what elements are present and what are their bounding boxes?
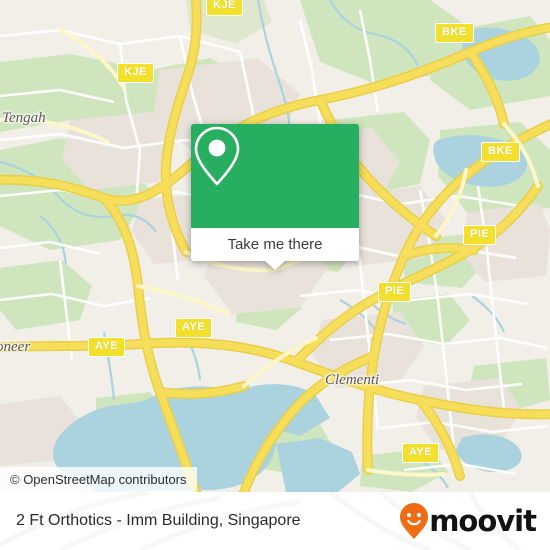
moovit-logo[interactable]: moovit (400, 503, 537, 539)
highway-shield-aye: AYE (175, 318, 213, 338)
page-title: 2 Ft Orthotics - Imm Building, Singapore (16, 512, 301, 529)
take-me-there-button[interactable]: Take me there (191, 228, 359, 261)
highway-shield-kje: KJE (206, 0, 243, 16)
place-label-clementi: Clementi (325, 372, 380, 388)
highway-shield-pie: PIE (463, 225, 497, 245)
popup-header (191, 124, 359, 228)
highway-shield-kje: KJE (117, 63, 154, 83)
place-label-pioneer: oneer (0, 339, 31, 355)
map-screenshot-root: Tengah oneer Clementi KJE BKE KJE BKE PI… (0, 0, 550, 550)
place-label-tengah: Tengah (2, 110, 46, 126)
highway-shield-aye: AYE (88, 337, 126, 357)
location-popup-card[interactable]: Take me there (191, 124, 359, 270)
highway-shield-pie: PIE (378, 282, 412, 302)
popup-tail (265, 261, 285, 270)
bottom-info-bar: 2 Ft Orthotics - Imm Building, Singapore… (0, 492, 550, 550)
moovit-wordmark: moovit (429, 503, 537, 538)
map-canvas[interactable]: Tengah oneer Clementi KJE BKE KJE BKE PI… (0, 0, 550, 492)
osm-attribution[interactable]: © OpenStreetMap contributors (0, 467, 197, 492)
highway-shield-aye: AYE (402, 443, 440, 463)
moovit-pin-icon (400, 503, 429, 539)
highway-shield-bke: BKE (481, 142, 520, 162)
highway-shield-bke: BKE (435, 23, 474, 43)
osm-attribution-text: © OpenStreetMap contributors (10, 472, 187, 487)
take-me-there-label: Take me there (227, 236, 323, 253)
